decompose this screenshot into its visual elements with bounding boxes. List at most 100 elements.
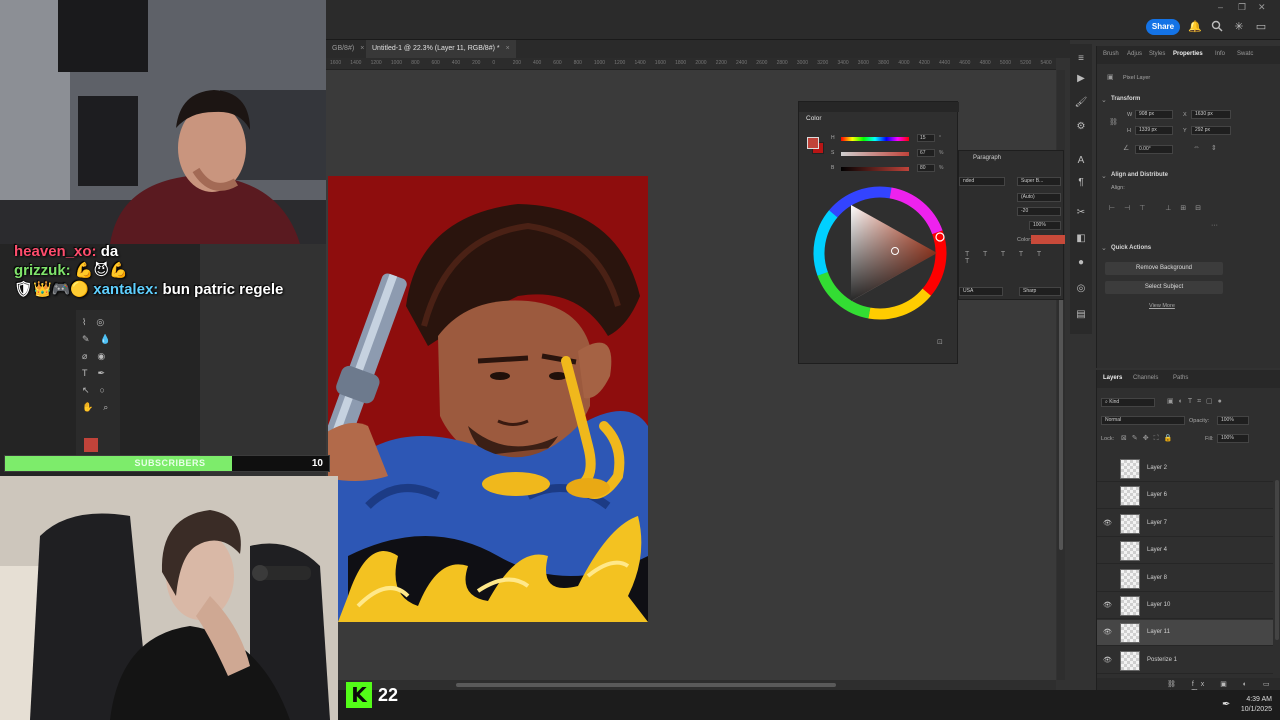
saturation-value[interactable]: 67	[917, 149, 935, 157]
foreground-color-tool[interactable]	[84, 438, 98, 452]
eye-icon[interactable]: 👁	[1103, 657, 1112, 665]
search-icon[interactable]	[1210, 20, 1224, 34]
eye-icon[interactable]: 👁	[1103, 629, 1112, 637]
close-tab-icon[interactable]: ×	[506, 45, 510, 52]
brush-icon[interactable]: 🖌	[1074, 96, 1088, 110]
text-style-icons[interactable]: T T T T T T	[965, 251, 1063, 265]
artwork-canvas[interactable]	[328, 176, 648, 622]
x-field[interactable]: 1630 px	[1191, 110, 1231, 119]
font-style-dropdown[interactable]: Super B...	[1017, 177, 1061, 186]
foreground-color-swatch[interactable]	[807, 137, 819, 149]
maximize-button[interactable]: ❐	[1238, 2, 1246, 13]
adjust-icon[interactable]: ◧	[1074, 232, 1088, 246]
tab-info[interactable]: Info	[1215, 51, 1225, 57]
filter-icons[interactable]: ▣◐T⌗▢●	[1167, 397, 1227, 406]
pen-icon[interactable]: ✒	[1222, 699, 1230, 710]
color-panel-header[interactable]	[799, 102, 959, 112]
anti-alias-dropdown[interactable]: Sharp	[1019, 287, 1061, 296]
eye-icon[interactable]: 👁	[1103, 520, 1112, 528]
y-field[interactable]: 292 px	[1191, 126, 1231, 135]
tab-layers[interactable]: Layers	[1103, 375, 1122, 381]
share-button[interactable]: Share	[1146, 19, 1180, 35]
layer-row[interactable]: 👁 Layer 11	[1097, 620, 1273, 647]
more-options-icon[interactable]: ···	[1211, 222, 1218, 229]
layers-stack-icon[interactable]: ▤	[1074, 308, 1088, 322]
clone-source-icon[interactable]: ⚙	[1074, 120, 1088, 134]
history-icon[interactable]: ≡	[1074, 52, 1088, 66]
color-circle-icon[interactable]: ●	[1074, 256, 1088, 270]
hue-value[interactable]: 15	[917, 134, 935, 142]
layer-row[interactable]: Layer 4	[1097, 538, 1273, 565]
lock-icons[interactable]: ⊠✎✥⛶🔒	[1121, 434, 1177, 443]
eye-icon[interactable]: 👁	[1103, 602, 1112, 610]
link-icon[interactable]: ⛓	[1109, 118, 1118, 126]
document-tab[interactable]: GB/8#) ×	[326, 40, 370, 58]
tab-styles[interactable]: Styles	[1149, 51, 1165, 57]
tab-adjustments[interactable]: Adjus	[1127, 51, 1142, 57]
angle-field[interactable]: 0.00°	[1135, 145, 1173, 154]
chevron-down-icon[interactable]: ⌄	[1101, 172, 1107, 180]
hue-slider[interactable]: H 15 °	[831, 134, 951, 144]
remove-background-button[interactable]: Remove Background	[1105, 262, 1223, 275]
language-dropdown[interactable]: USA	[959, 287, 1003, 296]
layer-row[interactable]: Layer 2	[1097, 456, 1273, 482]
tab-paths[interactable]: Paths	[1173, 375, 1188, 381]
select-subject-button[interactable]: Select Subject	[1105, 281, 1223, 294]
layer-row[interactable]: 👁 Layer 10	[1097, 593, 1273, 619]
close-window-button[interactable]: ✕	[1258, 2, 1266, 13]
tools-icon[interactable]: ✂	[1074, 206, 1088, 220]
scroll-thumb[interactable]	[456, 683, 836, 687]
play-icon[interactable]: ▶	[1074, 72, 1088, 86]
chevron-down-icon[interactable]: ⌄	[1101, 244, 1107, 252]
tab-swatches[interactable]: Swatc	[1237, 51, 1253, 57]
height-field[interactable]: 1339 px	[1135, 126, 1173, 135]
align-icons[interactable]: ⊢⊣⊤ ⊥⊞⊟	[1109, 204, 1210, 212]
tool-icons[interactable]: ⌇◎ ✎💧 ⌀◉ T✒ ↖○ ✋⌕	[82, 314, 122, 416]
layer-row[interactable]: Layer 8	[1097, 566, 1273, 592]
eye-icon[interactable]	[1103, 465, 1111, 473]
text-color-swatch[interactable]	[1031, 235, 1065, 244]
color-wheel[interactable]	[807, 180, 953, 326]
tab-brush[interactable]: Brush	[1103, 51, 1119, 57]
eye-icon[interactable]	[1103, 547, 1111, 555]
tab-properties[interactable]: Properties	[1173, 51, 1203, 57]
system-clock[interactable]: 4:39 AM 10/1/2025	[1241, 695, 1272, 715]
width-field[interactable]: 908 px	[1135, 110, 1173, 119]
brightness-value[interactable]: 80	[917, 164, 935, 172]
brightness-bar[interactable]	[841, 167, 909, 171]
brightness-slider[interactable]: B 80 %	[831, 164, 951, 174]
saturation-slider[interactable]: S 67 %	[831, 149, 951, 159]
saturation-bar[interactable]	[841, 152, 909, 156]
layer-row[interactable]: Layer 6	[1097, 483, 1273, 510]
horizontal-scrollbar[interactable]	[326, 680, 1056, 690]
tracking-field[interactable]: -20	[1017, 207, 1061, 216]
hue-bar[interactable]	[841, 137, 909, 141]
workspace-icon[interactable]: ▭	[1254, 20, 1268, 34]
leading-field[interactable]: (Auto)	[1017, 193, 1061, 202]
blend-dropdown[interactable]: nded	[959, 177, 1005, 186]
flip-vertical-icon[interactable]: ⇕	[1211, 144, 1217, 152]
layer-row[interactable]: 👁 Layer 7	[1097, 511, 1273, 537]
layer-filter-dropdown[interactable]: ⌕ Kind	[1101, 398, 1155, 407]
layers-scrollbar[interactable]	[1275, 480, 1279, 640]
document-tab-active[interactable]: Untitled-1 @ 22.3% (Layer 11, RGB/8#) * ×	[366, 40, 516, 58]
chevron-down-icon[interactable]: ⌄	[1101, 96, 1107, 104]
eye-icon[interactable]	[1103, 575, 1111, 583]
layer-row[interactable]: 👁 Posterize 1	[1097, 648, 1273, 674]
opacity-field[interactable]: 100%	[1217, 416, 1249, 425]
flip-horizontal-icon[interactable]: ⇔	[1193, 144, 1200, 151]
scale-field[interactable]: 100%	[1029, 221, 1061, 230]
view-more-link[interactable]: View More	[1149, 303, 1175, 309]
eye-icon[interactable]	[1103, 492, 1111, 500]
tab-channels[interactable]: Channels	[1133, 375, 1158, 381]
character-icon[interactable]: A	[1074, 154, 1088, 168]
compass-icon[interactable]: ◎	[1074, 282, 1088, 296]
expand-icon[interactable]: ⊡	[937, 338, 943, 346]
minimize-button[interactable]: –	[1218, 2, 1223, 12]
lightbulb-icon[interactable]: ✳	[1232, 20, 1246, 34]
fill-field[interactable]: 100%	[1217, 434, 1249, 443]
close-tab-icon[interactable]: ×	[360, 45, 364, 52]
bell-icon[interactable]: 🔔	[1188, 20, 1202, 34]
paragraph-icon[interactable]: ¶	[1074, 176, 1088, 190]
blend-mode-dropdown[interactable]: Normal	[1101, 416, 1185, 425]
